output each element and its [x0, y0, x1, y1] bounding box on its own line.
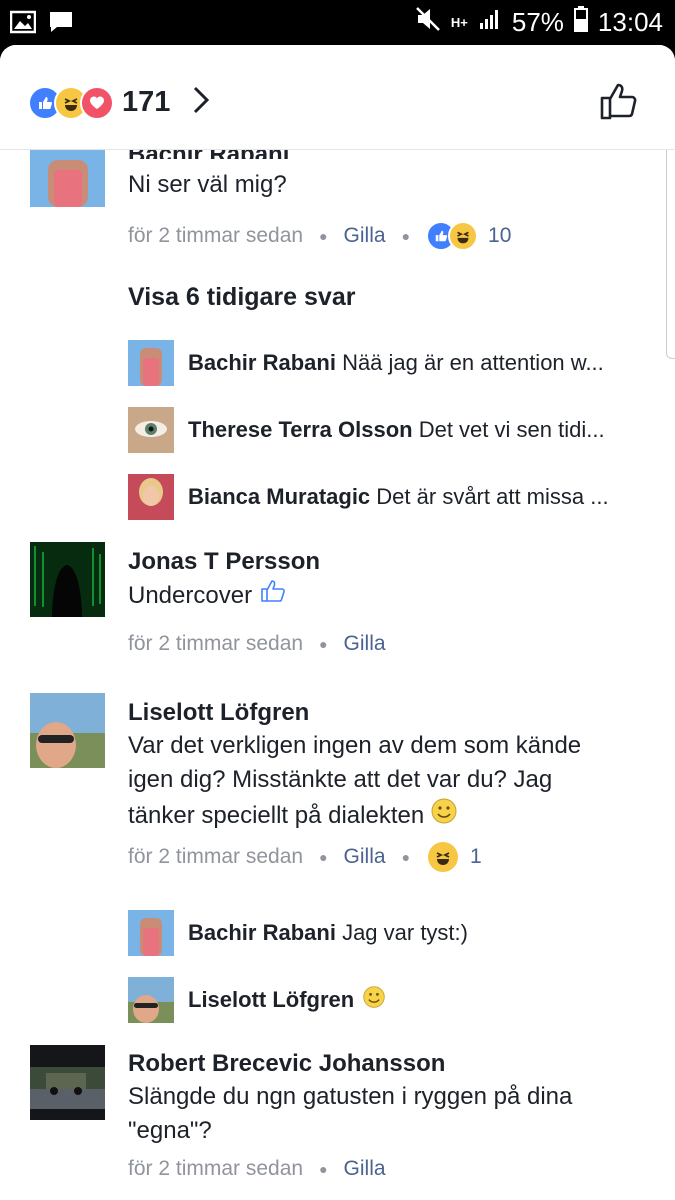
avatar[interactable] — [128, 407, 174, 453]
reply[interactable]: Bachir Rabani Jag var tyst:) — [128, 910, 468, 956]
haha-icon — [448, 221, 479, 251]
comment-meta: för 2 timmar sedan ● Gilla — [128, 1154, 386, 1184]
status-bar: H+ 57% 13:04 — [0, 0, 675, 45]
haha-icon — [426, 840, 461, 874]
reply[interactable]: Bianca Muratagic Det är svårt att missa … — [128, 474, 609, 520]
thumbs-up-emoji-icon — [260, 579, 286, 613]
comment-meta: för 2 timmar sedan ● Gilla — [128, 629, 386, 659]
avatar[interactable] — [128, 474, 174, 520]
reply-text: Det är svårt att missa ... — [376, 484, 609, 509]
comment-time: för 2 timmar sedan — [128, 845, 304, 868]
avatar[interactable] — [128, 340, 174, 386]
reply[interactable]: Liselott Löfgren — [128, 977, 386, 1023]
smiley-emoji-icon — [362, 985, 386, 1015]
avatar[interactable] — [128, 910, 174, 956]
comment-text: Undercover — [128, 582, 253, 609]
comment-author[interactable]: Jonas T Persson — [128, 548, 320, 576]
scrollbar[interactable] — [666, 137, 675, 359]
avatar[interactable] — [30, 150, 105, 207]
reply[interactable]: Therese Terra Olsson Det vet vi sen tidi… — [128, 407, 605, 453]
reactions-header: 171 — [0, 45, 675, 150]
reply-author[interactable]: Bianca Muratagic — [188, 484, 370, 509]
comment-time: för 2 timmar sedan — [128, 632, 304, 655]
comment-text-line: "egna"? — [128, 1117, 212, 1144]
signal-icon — [478, 7, 502, 38]
comment-time: för 2 timmar sedan — [128, 1157, 304, 1180]
gallery-notification-icon — [9, 10, 37, 39]
reply-author[interactable]: Therese Terra Olsson — [188, 417, 413, 442]
comment-time: för 2 timmar sedan — [128, 224, 304, 247]
network-type: H+ — [450, 15, 468, 30]
battery-icon — [573, 6, 588, 39]
comment-author[interactable]: Liselott Löfgren — [128, 699, 309, 727]
message-notification-icon — [48, 10, 74, 39]
show-previous-replies[interactable]: Visa 6 tidigare svar — [128, 283, 355, 312]
reactions-summary[interactable]: 171 — [28, 85, 210, 120]
mute-icon — [415, 6, 441, 39]
comment-meta: för 2 timmar sedan ● Gilla ● 10 — [128, 221, 511, 251]
comment-text-line: Var det verkligen ingen av dem som kände — [128, 732, 582, 759]
separator: ● — [319, 849, 328, 865]
comment-meta: för 2 timmar sedan ● Gilla ● 1 — [128, 840, 482, 874]
comments-sheet: 171 Bachir Rabani Ni ser väl mig? för 2 … — [0, 45, 675, 1200]
like-link[interactable]: Gilla — [344, 845, 386, 869]
like-link[interactable]: Gilla — [344, 632, 386, 656]
clock: 13:04 — [597, 7, 663, 37]
separator: ● — [401, 849, 411, 865]
reply[interactable]: Bachir Rabani Nää jag är en attention w.… — [128, 340, 604, 386]
reaction-count[interactable]: 1 — [470, 845, 482, 869]
reply-author[interactable]: Liselott Löfgren — [188, 987, 354, 1013]
comment-body: Slängde du ngn gatusten i ryggen på dina… — [128, 1080, 572, 1148]
avatar[interactable] — [30, 542, 105, 617]
like-link[interactable]: Gilla — [344, 224, 386, 248]
comment-text-line: igen dig? Misstänkte att det var du? Jag — [128, 766, 553, 793]
separator: ● — [319, 228, 328, 244]
separator: ● — [319, 1161, 328, 1177]
comment-body: Var det verkligen ingen av dem som kände… — [128, 729, 581, 835]
reaction-count[interactable]: 10 — [488, 224, 511, 248]
like-link[interactable]: Gilla — [344, 1157, 386, 1181]
love-icon — [80, 85, 114, 120]
separator: ● — [401, 228, 411, 244]
avatar[interactable] — [128, 977, 174, 1023]
reply-text: Jag var tyst:) — [342, 920, 468, 945]
comment-text-line: Slängde du ngn gatusten i ryggen på dina — [128, 1083, 573, 1110]
avatar[interactable] — [30, 693, 105, 768]
comment-text-line: tänker speciellt på dialekten — [128, 802, 425, 829]
smiley-emoji-icon — [430, 797, 458, 835]
reply-text: Det vet vi sen tidi... — [418, 417, 605, 442]
comment-body: Undercover — [128, 579, 286, 613]
reply-author[interactable]: Bachir Rabani — [188, 350, 336, 375]
avatar[interactable] — [30, 1045, 105, 1120]
comment-text: Ni ser väl mig? — [128, 171, 287, 198]
reaction-count: 171 — [122, 86, 171, 118]
battery-percent: 57% — [511, 7, 564, 37]
like-button[interactable] — [599, 81, 639, 126]
reply-text: Nää jag är en attention w... — [342, 350, 604, 375]
reply-author[interactable]: Bachir Rabani — [188, 920, 336, 945]
chevron-right-icon[interactable] — [192, 85, 210, 120]
comment-author[interactable]: Robert Brecevic Johansson — [128, 1050, 445, 1078]
separator: ● — [319, 636, 328, 652]
